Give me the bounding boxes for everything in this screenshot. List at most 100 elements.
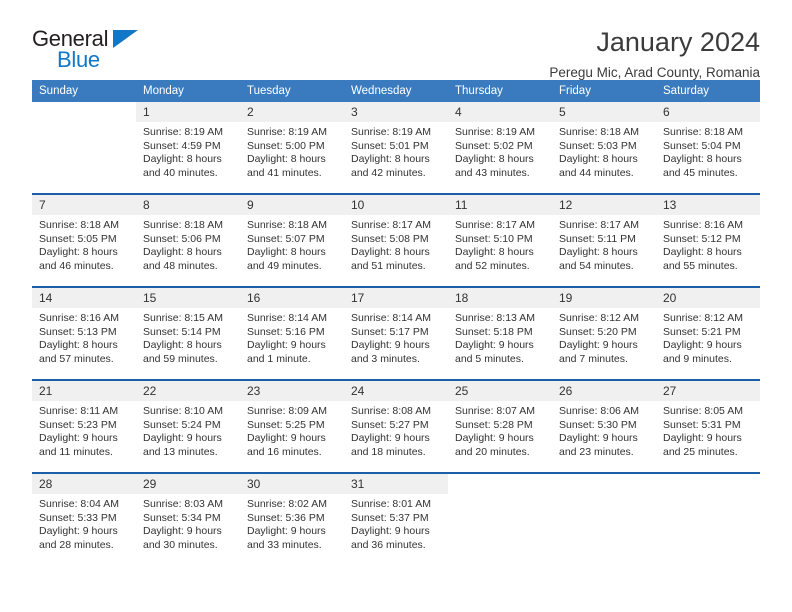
daylight-text-line2: and 13 minutes. [143, 445, 218, 458]
week-4-daynum-row: 21 22 23 24 25 26 27 [32, 379, 760, 401]
sunset-text: Sunset: 5:18 PM [455, 325, 533, 338]
sunset-text: Sunset: 5:34 PM [143, 511, 221, 524]
sunrise-text: Sunrise: 8:18 AM [143, 219, 223, 231]
daylight-text-line2: and 28 minutes. [39, 538, 114, 551]
day-number: 17 [344, 286, 448, 308]
sunset-text: Sunset: 5:36 PM [247, 511, 325, 524]
sunset-text: Sunset: 5:04 PM [663, 139, 741, 152]
sunset-text: Sunset: 5:37 PM [351, 511, 429, 524]
calendar-head: Sunday Monday Tuesday Wednesday Thursday… [32, 80, 760, 102]
sunrise-text: Sunrise: 8:11 AM [39, 405, 119, 417]
daylight-text-line1: Daylight: 9 hours [663, 432, 742, 445]
week-3-daynum-row: 14 15 16 17 18 19 20 [32, 286, 760, 308]
week-3-info-row: Sunrise: 8:16 AM Sunset: 5:13 PM Dayligh… [32, 308, 760, 380]
daylight-text-line1: Daylight: 8 hours [455, 153, 534, 166]
day-number [552, 472, 656, 494]
weekday-header-monday: Monday [136, 80, 240, 102]
daylight-text-line2: and 43 minutes. [455, 166, 530, 179]
sunset-text: Sunset: 5:23 PM [39, 418, 117, 431]
daylight-text-line2: and 5 minutes. [455, 352, 524, 365]
sunrise-text: Sunrise: 8:18 AM [247, 219, 327, 231]
week-1-info-row: Sunrise: 8:19 AM Sunset: 4:59 PM Dayligh… [32, 122, 760, 194]
daylight-text-line2: and 1 minute. [247, 352, 311, 365]
sunset-text: Sunset: 5:01 PM [351, 139, 429, 152]
sunrise-text: Sunrise: 8:03 AM [143, 498, 223, 510]
daylight-text-line1: Daylight: 8 hours [351, 246, 430, 259]
sunset-text: Sunset: 5:11 PM [559, 232, 636, 245]
day-number: 4 [448, 102, 552, 122]
daylight-text-line2: and 7 minutes. [559, 352, 628, 365]
day-cell [448, 494, 552, 566]
sunrise-text: Sunrise: 8:13 AM [455, 312, 535, 324]
day-number: 6 [656, 102, 760, 122]
day-cell: Sunrise: 8:05 AM Sunset: 5:31 PM Dayligh… [656, 401, 760, 473]
daylight-text-line2: and 48 minutes. [143, 259, 218, 272]
day-cell: Sunrise: 8:18 AM Sunset: 5:05 PM Dayligh… [32, 215, 136, 287]
sunset-text: Sunset: 5:20 PM [559, 325, 637, 338]
sunset-text: Sunset: 5:02 PM [455, 139, 533, 152]
daylight-text-line2: and 57 minutes. [39, 352, 114, 365]
sunrise-text: Sunrise: 8:19 AM [351, 126, 431, 138]
sunset-text: Sunset: 5:07 PM [247, 232, 325, 245]
calendar-page: General Blue January 2024 Peregu Mic, Ar… [0, 0, 792, 612]
sunset-text: Sunset: 5:13 PM [39, 325, 117, 338]
day-cell: Sunrise: 8:11 AM Sunset: 5:23 PM Dayligh… [32, 401, 136, 473]
daylight-text-line1: Daylight: 9 hours [247, 525, 326, 538]
daylight-text-line2: and 33 minutes. [247, 538, 322, 551]
daylight-text-line1: Daylight: 8 hours [143, 246, 222, 259]
day-number: 9 [240, 193, 344, 215]
sunrise-text: Sunrise: 8:09 AM [247, 405, 327, 417]
calendar-body: 1 2 3 4 5 6 Sunrise: 8:19 AM Sunset: 4:5… [32, 102, 760, 566]
sunrise-text: Sunrise: 8:16 AM [39, 312, 119, 324]
daylight-text-line1: Daylight: 8 hours [559, 246, 638, 259]
daylight-text-line1: Daylight: 9 hours [143, 525, 222, 538]
sunrise-text: Sunrise: 8:12 AM [663, 312, 743, 324]
day-cell: Sunrise: 8:18 AM Sunset: 5:06 PM Dayligh… [136, 215, 240, 287]
daylight-text-line1: Daylight: 9 hours [351, 525, 430, 538]
day-number: 7 [32, 193, 136, 215]
calendar-table: Sunday Monday Tuesday Wednesday Thursday… [32, 80, 760, 566]
day-cell: Sunrise: 8:08 AM Sunset: 5:27 PM Dayligh… [344, 401, 448, 473]
week-4-info-row: Sunrise: 8:11 AM Sunset: 5:23 PM Dayligh… [32, 401, 760, 473]
day-number: 1 [136, 102, 240, 122]
daylight-text-line2: and 20 minutes. [455, 445, 530, 458]
day-cell: Sunrise: 8:18 AM Sunset: 5:03 PM Dayligh… [552, 122, 656, 194]
week-1-daynum-row: 1 2 3 4 5 6 [32, 102, 760, 122]
day-cell: Sunrise: 8:17 AM Sunset: 5:11 PM Dayligh… [552, 215, 656, 287]
daylight-text-line2: and 46 minutes. [39, 259, 114, 272]
daylight-text-line2: and 54 minutes. [559, 259, 634, 272]
daylight-text-line1: Daylight: 8 hours [455, 246, 534, 259]
daylight-text-line2: and 36 minutes. [351, 538, 426, 551]
day-number: 8 [136, 193, 240, 215]
sunrise-text: Sunrise: 8:05 AM [663, 405, 743, 417]
daylight-text-line1: Daylight: 9 hours [247, 339, 326, 352]
day-number: 18 [448, 286, 552, 308]
day-number: 31 [344, 472, 448, 494]
sunset-text: Sunset: 5:21 PM [663, 325, 741, 338]
daylight-text-line1: Daylight: 8 hours [247, 153, 326, 166]
day-cell: Sunrise: 8:14 AM Sunset: 5:17 PM Dayligh… [344, 308, 448, 380]
sunset-text: Sunset: 5:12 PM [663, 232, 741, 245]
day-cell: Sunrise: 8:10 AM Sunset: 5:24 PM Dayligh… [136, 401, 240, 473]
sunrise-text: Sunrise: 8:19 AM [455, 126, 535, 138]
day-cell [552, 494, 656, 566]
day-number [32, 102, 136, 122]
page-header: General Blue January 2024 Peregu Mic, Ar… [32, 0, 760, 80]
daylight-text-line2: and 30 minutes. [143, 538, 218, 551]
title-block: January 2024 Peregu Mic, Arad County, Ro… [549, 26, 760, 81]
daylight-text-line1: Daylight: 8 hours [143, 339, 222, 352]
sunrise-text: Sunrise: 8:18 AM [663, 126, 743, 138]
sunrise-text: Sunrise: 8:16 AM [663, 219, 743, 231]
sunset-text: Sunset: 5:10 PM [455, 232, 533, 245]
week-5-info-row: Sunrise: 8:04 AM Sunset: 5:33 PM Dayligh… [32, 494, 760, 566]
day-number: 13 [656, 193, 760, 215]
day-cell: Sunrise: 8:01 AM Sunset: 5:37 PM Dayligh… [344, 494, 448, 566]
day-cell [656, 494, 760, 566]
page-subtitle: Peregu Mic, Arad County, Romania [549, 65, 760, 81]
day-number: 10 [344, 193, 448, 215]
day-number: 26 [552, 379, 656, 401]
day-number: 27 [656, 379, 760, 401]
sunset-text: Sunset: 5:25 PM [247, 418, 325, 431]
sunrise-text: Sunrise: 8:19 AM [143, 126, 223, 138]
daylight-text-line2: and 40 minutes. [143, 166, 218, 179]
